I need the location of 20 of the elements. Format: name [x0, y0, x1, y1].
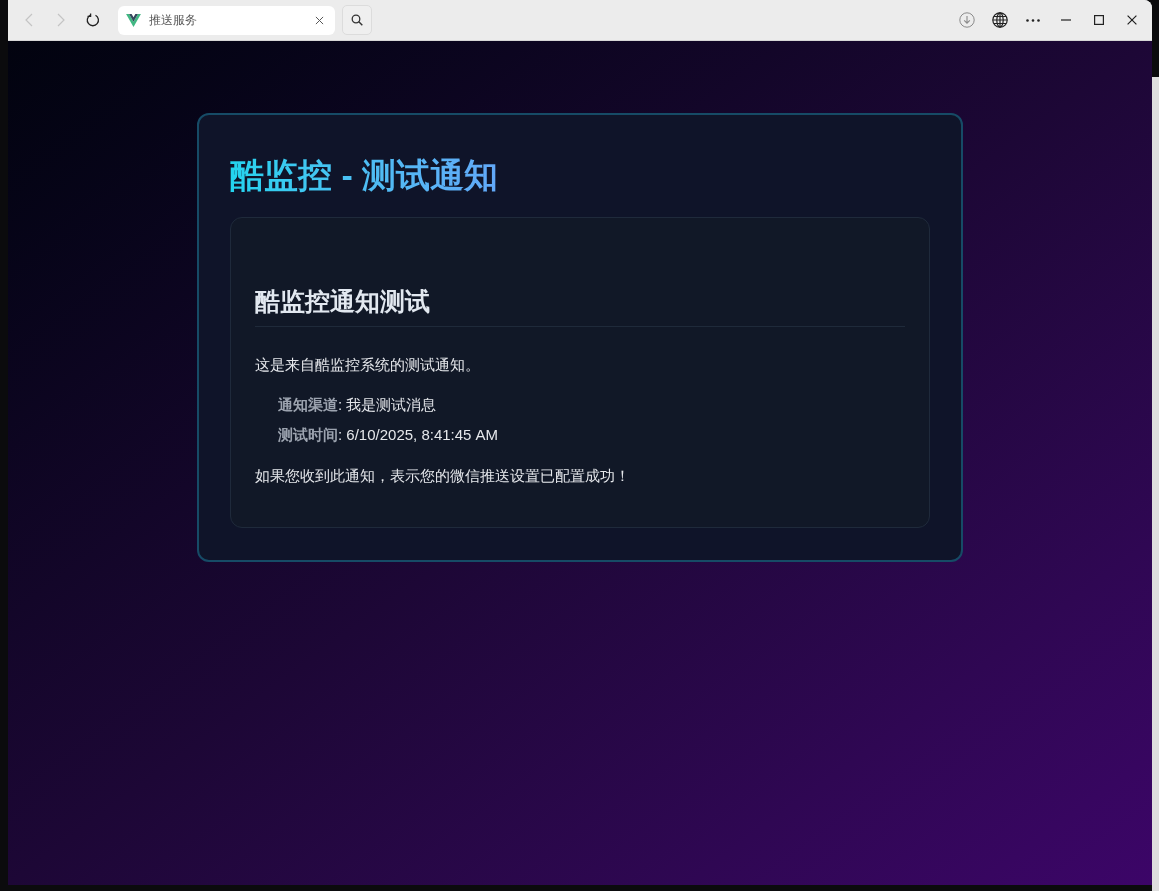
download-icon — [959, 12, 975, 28]
detail-line: 通知渠道: 我是测试消息 — [278, 395, 437, 416]
vue-logo-icon — [126, 13, 141, 27]
minimize-icon — [1061, 19, 1071, 21]
chevron-right-icon — [57, 13, 65, 27]
search-icon — [351, 14, 363, 26]
more-icon — [1026, 18, 1040, 22]
page-title: 酷监控 - 测试通知 — [230, 155, 499, 196]
detail-line: 测试时间: 6/10/2025, 8:41:45 AM — [278, 424, 499, 445]
close-icon — [1127, 15, 1137, 25]
globe-icon — [992, 12, 1008, 28]
maximize-icon — [1094, 15, 1104, 25]
message-heading: 酷监控通知测试 — [255, 285, 430, 317]
browser-tab[interactable]: 推送服务 — [118, 5, 335, 35]
chevron-left-icon — [25, 13, 33, 27]
close-icon — [314, 15, 324, 25]
closing-text: 如果您收到此通知，表示您的微信推送设置已配置成功！ — [255, 465, 630, 486]
reload-icon — [86, 13, 100, 27]
search-button[interactable] — [342, 5, 372, 35]
intro-text: 这是来自酷监控系统的测试通知。 — [255, 355, 480, 376]
